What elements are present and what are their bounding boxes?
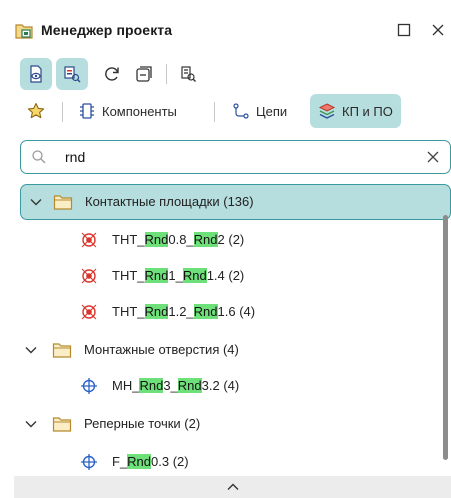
chevron-up-icon — [227, 483, 238, 490]
search-highlight: Rnd — [182, 268, 207, 283]
project-tree: Контактные площадки (136) THT_Rnd0.8_Rnd… — [14, 182, 451, 482]
star-icon — [27, 102, 45, 119]
folder-icon — [52, 343, 72, 358]
search-highlight: Rnd — [127, 454, 152, 469]
tree-group-label: Реперные точки (2) — [84, 416, 201, 431]
tree-item-label: THT_Rnd1.2_Rnd1.6 (4) — [112, 304, 256, 319]
collapse-icon — [136, 66, 152, 82]
tree-item-label: MH_Rnd3_Rnd3.2 (4) — [112, 378, 240, 393]
search-highlight: Rnd — [193, 232, 218, 247]
folder-icon — [52, 417, 72, 432]
view-eye-button[interactable] — [20, 58, 52, 90]
component-icon — [78, 102, 96, 120]
net-icon — [232, 102, 250, 120]
project-manager-icon — [14, 21, 34, 41]
tab-divider — [214, 102, 215, 122]
tree-group-label: Контактные площадки (136) — [85, 194, 254, 209]
filter-icon — [181, 66, 196, 82]
crosshair-icon — [81, 378, 97, 394]
chevron-down-icon[interactable] — [29, 195, 43, 209]
pad-icon — [81, 304, 97, 320]
view-toolbar — [0, 58, 451, 92]
tree-item-label: THT_Rnd1_Rnd1.4 (2) — [112, 268, 245, 283]
title-bar: Менеджер проекта — [0, 0, 451, 62]
tree-item[interactable]: THT_Rnd1.2_Rnd1.6 (4) — [14, 294, 451, 330]
maximize-button[interactable] — [394, 20, 414, 40]
category-tabs: Компоненты Цепи КП и ПО — [0, 94, 451, 130]
close-button[interactable] — [428, 20, 448, 40]
search-highlight: Rnd — [144, 232, 169, 247]
tree-item[interactable]: MH_Rnd3_Rnd3.2 (4) — [14, 368, 451, 404]
pad-icon — [81, 232, 97, 248]
search-box — [20, 140, 451, 174]
tree-item-label: F_Rnd0.3 (2) — [112, 454, 189, 469]
toolbar-divider — [166, 64, 167, 84]
tab-divider — [62, 102, 63, 122]
filter-button[interactable] — [172, 58, 204, 90]
search-highlight: Rnd — [139, 378, 164, 393]
maximize-icon — [397, 23, 411, 37]
refresh-icon — [105, 67, 119, 81]
search-highlight: Rnd — [144, 304, 169, 319]
tree-item[interactable]: THT_Rnd0.8_Rnd2 (2) — [14, 222, 451, 258]
clear-search-button[interactable] — [425, 149, 441, 165]
tab-components-label: Компоненты — [102, 103, 177, 119]
window-title: Менеджер проекта — [41, 22, 173, 38]
folder-icon — [53, 195, 73, 210]
search-icon — [31, 149, 47, 165]
search-input[interactable] — [65, 147, 395, 167]
vertical-scrollbar[interactable] — [443, 215, 448, 460]
layers-icon — [318, 102, 336, 120]
tab-nets[interactable]: Цепи — [224, 94, 295, 128]
view-select-icon — [64, 66, 81, 83]
tree-item[interactable]: THT_Rnd1_Rnd1.4 (2) — [14, 258, 451, 294]
chevron-down-icon[interactable] — [24, 343, 38, 357]
close-icon — [427, 151, 439, 163]
favorites-button[interactable] — [20, 95, 52, 127]
tree-item[interactable]: F_Rnd0.3 (2) — [14, 444, 451, 480]
chevron-down-icon[interactable] — [24, 417, 38, 431]
pad-icon — [81, 268, 97, 284]
tab-pads-holes-label: КП и ПО — [342, 103, 393, 119]
tree-group-mounting-holes[interactable]: Монтажные отверстия (4) — [14, 332, 451, 368]
scroll-up-bar[interactable] — [14, 476, 451, 498]
tree-group-pads[interactable]: Контактные площадки (136) — [20, 184, 451, 220]
view-eye-icon — [30, 65, 42, 83]
search-highlight: Rnd — [177, 378, 202, 393]
tab-nets-label: Цепи — [256, 103, 288, 119]
tab-pads-holes[interactable]: КП и ПО — [310, 94, 401, 128]
close-icon — [432, 24, 444, 36]
collapse-button[interactable] — [128, 58, 160, 90]
tab-components[interactable]: Компоненты — [70, 94, 185, 128]
tree-group-label: Монтажные отверстия (4) — [84, 342, 239, 357]
refresh-button[interactable] — [96, 58, 128, 90]
search-highlight: Rnd — [144, 268, 169, 283]
crosshair-icon — [81, 454, 97, 470]
search-highlight: Rnd — [193, 304, 218, 319]
view-select-button[interactable] — [56, 58, 88, 90]
tree-group-fiducials[interactable]: Реперные точки (2) — [14, 406, 451, 442]
tree-item-label: THT_Rnd0.8_Rnd2 (2) — [112, 232, 245, 247]
